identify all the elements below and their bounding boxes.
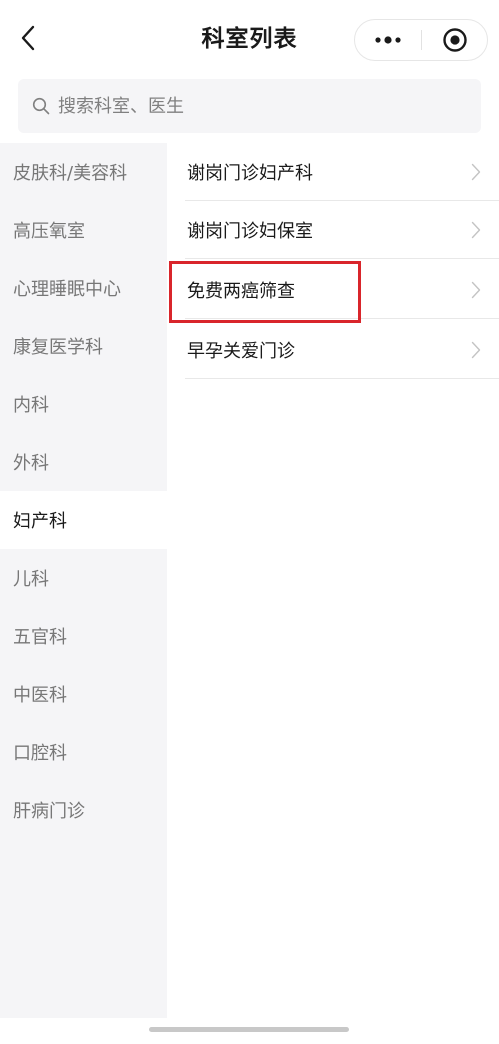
more-button[interactable] xyxy=(355,20,421,60)
department-item-tcm[interactable]: 中医科 xyxy=(0,665,167,723)
department-item-label: 内科 xyxy=(13,395,49,416)
department-item-label: 皮肤科/美容科 xyxy=(13,163,128,184)
department-item-internal-medicine[interactable]: 内科 xyxy=(0,375,167,433)
department-item-label: 妇产科 xyxy=(13,511,67,532)
chevron-right-icon xyxy=(471,163,481,181)
clinic-item[interactable]: 谢岗门诊妇保室 xyxy=(185,201,499,259)
clinic-list: 谢岗门诊妇产科 谢岗门诊妇保室 免费两癌筛查 早孕关爱门诊 xyxy=(167,143,499,1018)
department-item-rehabilitation[interactable]: 康复医学科 xyxy=(0,317,167,375)
search-icon xyxy=(32,97,50,115)
chevron-right-icon xyxy=(471,281,481,299)
search-input[interactable] xyxy=(58,95,458,117)
department-item-obstetrics-active[interactable]: 妇产科 xyxy=(0,491,167,549)
chevron-left-icon xyxy=(21,25,35,51)
clinic-item-highlighted[interactable]: 免费两癌筛查 xyxy=(185,261,499,319)
department-item-label: 心理睡眠中心 xyxy=(13,279,121,300)
department-item-dermatology[interactable]: 皮肤科/美容科 xyxy=(0,143,167,201)
department-item-ent[interactable]: 五官科 xyxy=(0,607,167,665)
department-item-pediatrics[interactable]: 儿科 xyxy=(0,549,167,607)
department-item-liver-clinic[interactable]: 肝病门诊 xyxy=(0,781,167,839)
clinic-item[interactable]: 早孕关爱门诊 xyxy=(185,321,499,379)
chevron-right-icon xyxy=(471,341,481,359)
department-item-hyperbaric-oxygen[interactable]: 高压氧室 xyxy=(0,201,167,259)
search-bar[interactable] xyxy=(18,79,481,133)
department-item-label: 外科 xyxy=(13,453,49,474)
chevron-right-icon xyxy=(471,221,481,239)
department-item-label: 口腔科 xyxy=(13,743,67,764)
department-item-surgery[interactable]: 外科 xyxy=(0,433,167,491)
clinic-item[interactable]: 谢岗门诊妇产科 xyxy=(185,143,499,201)
department-item-sleep-center[interactable]: 心理睡眠中心 xyxy=(0,259,167,317)
target-close-icon xyxy=(442,28,467,52)
department-menu: 皮肤科/美容科 高压氧室 心理睡眠中心 康复医学科 内科 外科 妇产科 儿科 五… xyxy=(0,143,167,1018)
mini-program-capsule xyxy=(354,19,488,61)
department-item-label: 儿科 xyxy=(13,569,49,590)
department-item-label: 中医科 xyxy=(13,685,67,706)
department-item-label: 五官科 xyxy=(13,627,67,648)
back-button[interactable] xyxy=(10,20,46,56)
clinic-item-label: 早孕关爱门诊 xyxy=(187,340,295,362)
department-item-label: 肝病门诊 xyxy=(13,801,85,822)
more-dots-icon xyxy=(375,36,401,44)
close-button[interactable] xyxy=(422,20,487,60)
header-bar: 科室列表 xyxy=(0,0,499,78)
department-item-dental[interactable]: 口腔科 xyxy=(0,723,167,781)
department-item-label: 高压氧室 xyxy=(13,221,85,242)
department-item-label: 康复医学科 xyxy=(13,337,103,358)
home-indicator xyxy=(149,1027,349,1032)
clinic-item-label: 谢岗门诊妇产科 xyxy=(187,162,313,184)
clinic-item-label: 谢岗门诊妇保室 xyxy=(187,220,313,242)
clinic-item-label: 免费两癌筛查 xyxy=(187,280,295,302)
